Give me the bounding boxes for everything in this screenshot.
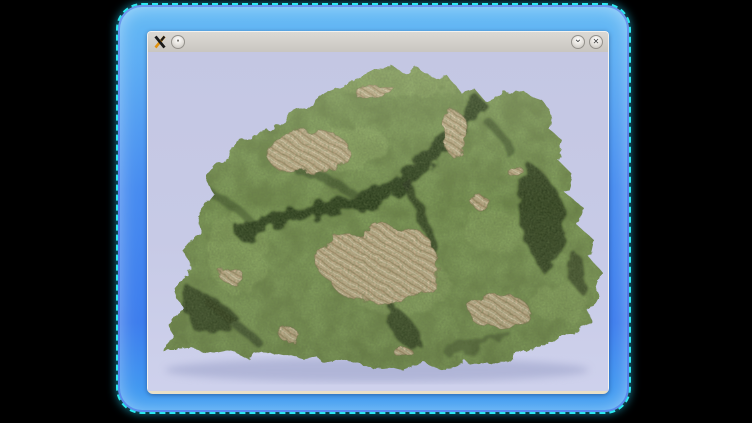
close-button[interactable]: ✕ <box>589 35 603 49</box>
active-window-glow-frame: · ⌄ ✕ <box>118 5 629 412</box>
chevron-down-icon: ⌄ <box>574 35 582 45</box>
app-window: · ⌄ ✕ <box>147 31 609 394</box>
minimize-button[interactable]: ⌄ <box>571 35 585 49</box>
render-viewport[interactable] <box>148 52 608 391</box>
menu-button-glyph: · <box>176 37 180 47</box>
titlebar[interactable]: · ⌄ ✕ <box>148 32 608 53</box>
terrain-body <box>148 52 606 391</box>
close-icon: ✕ <box>593 38 600 46</box>
terrain-lighting-overlay <box>148 52 606 391</box>
terrain-render <box>148 52 606 391</box>
menu-button[interactable]: · <box>171 35 185 49</box>
desktop: { "window": { "title": "", "app_icon": "… <box>0 0 752 423</box>
x11-logo-icon[interactable] <box>153 35 167 49</box>
